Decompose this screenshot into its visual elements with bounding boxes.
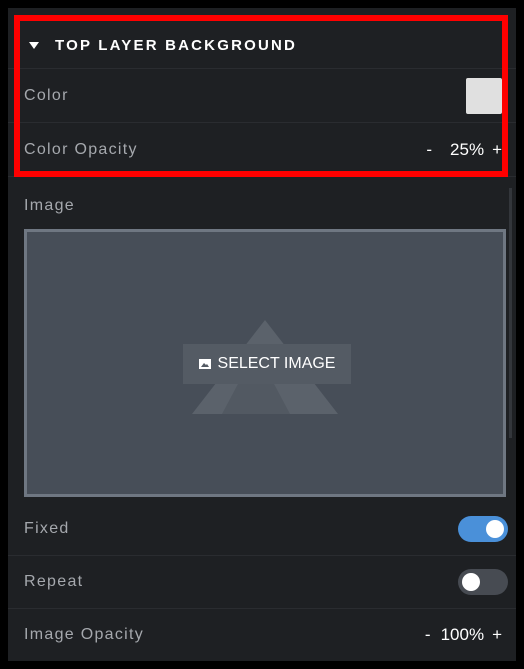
repeat-row: Repeat xyxy=(8,555,516,609)
toggle-knob xyxy=(486,519,504,538)
fixed-toggle[interactable] xyxy=(458,515,508,542)
image-icon xyxy=(198,359,211,369)
image-opacity-decrease-button[interactable]: - xyxy=(425,625,431,645)
color-row: Color xyxy=(8,69,516,123)
scrollbar[interactable] xyxy=(509,188,512,438)
image-opacity-label: Image Opacity xyxy=(24,625,145,643)
toggle-knob xyxy=(462,572,480,591)
image-label: Image xyxy=(24,197,75,214)
select-image-button[interactable]: SELECT IMAGE xyxy=(183,344,351,384)
fixed-row: Fixed xyxy=(8,502,516,556)
caret-down-icon[interactable] xyxy=(29,41,39,49)
color-opacity-row: Color Opacity - 25% + xyxy=(8,123,516,177)
color-label: Color xyxy=(24,86,69,104)
color-swatch[interactable] xyxy=(466,77,502,114)
section-title: TOP LAYER BACKGROUND xyxy=(55,36,298,54)
image-row: Image xyxy=(8,186,516,226)
image-dropzone[interactable]: SELECT IMAGE xyxy=(24,229,506,497)
repeat-toggle[interactable] xyxy=(458,568,508,595)
image-opacity-row: Image Opacity - 100% + xyxy=(8,608,516,661)
image-opacity-increase-button[interactable]: + xyxy=(492,625,502,645)
image-opacity-stepper: - 100% + xyxy=(425,625,502,645)
color-opacity-label: Color Opacity xyxy=(24,140,138,158)
color-opacity-increase-button[interactable]: + xyxy=(492,140,502,160)
settings-panel: TOP LAYER BACKGROUND Color Color Opacity… xyxy=(8,8,516,661)
repeat-label: Repeat xyxy=(24,572,84,590)
section-header-top-layer-background[interactable]: TOP LAYER BACKGROUND xyxy=(8,22,516,69)
color-opacity-value: 25% xyxy=(450,139,485,159)
select-image-label: SELECT IMAGE xyxy=(217,355,336,372)
image-opacity-value: 100% xyxy=(440,624,485,644)
color-opacity-stepper: - 25% + xyxy=(426,140,502,160)
color-opacity-decrease-button[interactable]: - xyxy=(426,140,432,160)
fixed-label: Fixed xyxy=(24,519,70,537)
